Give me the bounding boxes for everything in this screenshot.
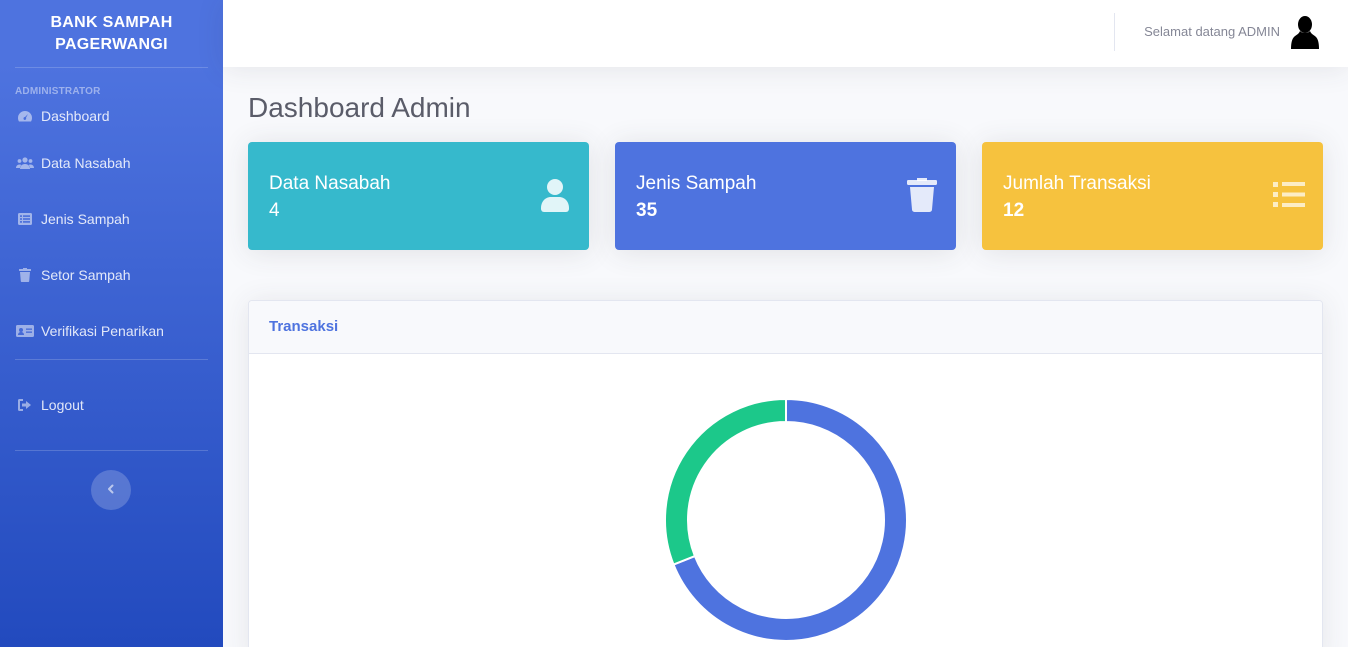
sidebar-item-data-nasabah[interactable]: Data Nasabah bbox=[0, 135, 223, 191]
transaksi-doughnut-chart bbox=[664, 397, 908, 642]
card-value: 35 bbox=[636, 200, 658, 221]
topbar-divider bbox=[1114, 13, 1115, 51]
sidebar-item-setor-sampah[interactable]: Setor Sampah bbox=[0, 247, 223, 303]
sidebar-item-label: Logout bbox=[41, 397, 84, 413]
sidebar-item-label: Verifikasi Penarikan bbox=[41, 323, 164, 339]
card-value: 4 bbox=[269, 200, 280, 221]
list-icon bbox=[1273, 178, 1305, 212]
card-label: Jumlah Transaksi bbox=[1003, 173, 1151, 194]
chevron-left-icon bbox=[106, 481, 116, 499]
topbar: Selamat datang ADMIN bbox=[223, 0, 1348, 67]
list-alt-icon bbox=[16, 212, 34, 226]
tachometer-icon bbox=[16, 109, 34, 123]
sidebar-item-label: Jenis Sampah bbox=[41, 211, 130, 227]
card-value: 12 bbox=[1003, 200, 1025, 221]
panel-title: Transaksi bbox=[249, 301, 1322, 354]
sidebar-item-jenis-sampah[interactable]: Jenis Sampah bbox=[0, 191, 223, 247]
trash-icon bbox=[16, 268, 34, 282]
users-icon bbox=[16, 156, 34, 170]
card-jenis-sampah[interactable]: Jenis Sampah 35 bbox=[615, 142, 956, 250]
card-label: Data Nasabah bbox=[269, 173, 391, 194]
sidebar-item-label: Setor Sampah bbox=[41, 267, 131, 283]
sidebar-divider bbox=[15, 450, 208, 451]
trash-icon bbox=[906, 178, 938, 212]
sidebar-item-logout[interactable]: Logout bbox=[0, 360, 223, 450]
brand-logo[interactable]: BANK SAMPAH PAGERWANGI bbox=[0, 0, 223, 67]
id-card-icon bbox=[16, 324, 34, 338]
transaksi-panel: Transaksi bbox=[248, 300, 1323, 647]
user-icon bbox=[539, 178, 571, 212]
sign-out-icon bbox=[16, 398, 34, 412]
brand-name: BANK SAMPAH PAGERWANGI bbox=[50, 13, 173, 53]
welcome-text[interactable]: Selamat datang ADMIN bbox=[1144, 24, 1280, 39]
doughnut-slice-1[interactable] bbox=[664, 397, 787, 566]
sidebar: BANK SAMPAH PAGERWANGI ADMINISTRATOR Das… bbox=[0, 0, 223, 647]
card-label: Jenis Sampah bbox=[636, 173, 757, 194]
sidebar-toggle-button[interactable] bbox=[91, 470, 131, 510]
sidebar-item-label: Dashboard bbox=[41, 108, 110, 124]
card-jumlah-transaksi[interactable]: Jumlah Transaksi 12 bbox=[982, 142, 1323, 250]
sidebar-item-verifikasi-penarikan[interactable]: Verifikasi Penarikan bbox=[0, 303, 223, 359]
sidebar-item-label: Data Nasabah bbox=[41, 155, 131, 171]
card-data-nasabah[interactable]: Data Nasabah 4 bbox=[248, 142, 589, 250]
sidebar-item-dashboard[interactable]: Dashboard bbox=[0, 97, 223, 135]
page-title: Dashboard Admin bbox=[248, 92, 471, 123]
sidebar-heading: ADMINISTRATOR bbox=[15, 86, 101, 97]
avatar[interactable] bbox=[1291, 15, 1319, 49]
